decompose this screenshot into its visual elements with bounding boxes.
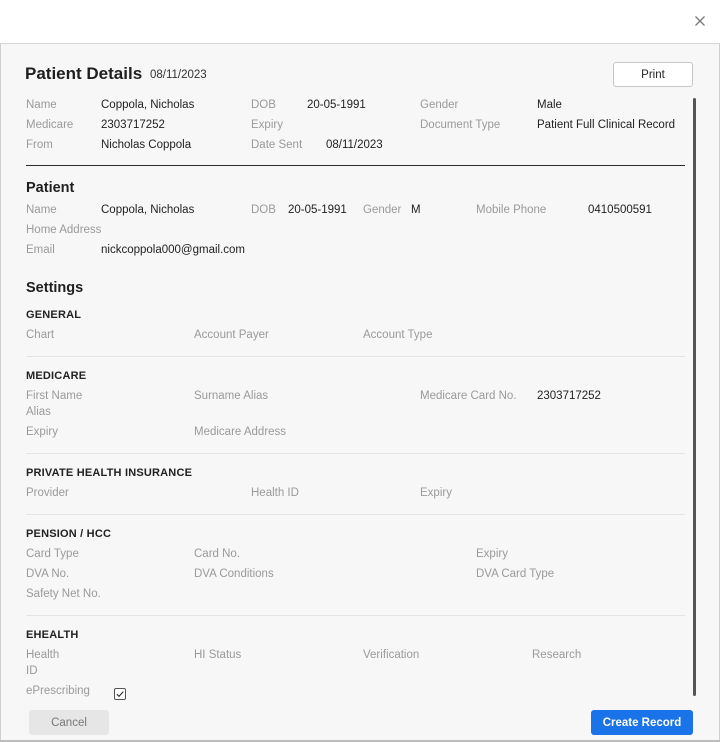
doc-gender-value: Male xyxy=(537,99,562,111)
page-title: Patient Details xyxy=(25,64,143,83)
health-id-label-line2: ID xyxy=(26,665,38,677)
surname-alias-label: Surname Alias xyxy=(194,390,269,402)
header-divider xyxy=(26,165,685,166)
phi-expiry-label: Expiry xyxy=(420,487,452,499)
doc-gender-label: Gender xyxy=(420,99,459,111)
doc-dob-value: 20-05-1991 xyxy=(307,99,366,111)
doc-from-value: Nicholas Coppola xyxy=(101,139,192,151)
medicare-expiry-label: Expiry xyxy=(26,426,58,438)
doc-medicare-value: 2303717252 xyxy=(101,119,165,131)
divider xyxy=(26,356,685,357)
private-health-subtitle: PRIVATE HEALTH INSURANCE xyxy=(26,467,193,479)
patient-name-label: Name xyxy=(26,204,57,216)
cancel-button[interactable]: Cancel xyxy=(29,710,109,735)
divider xyxy=(26,514,685,515)
doc-dob-label: DOB xyxy=(251,99,276,111)
patient-address-label: Home Address xyxy=(26,224,102,236)
doc-datesent-label: Date Sent xyxy=(251,139,303,151)
account-payer-label: Account Payer xyxy=(194,329,269,341)
doc-type-label: Document Type xyxy=(420,119,501,131)
patient-name-value: Coppola, Nicholas xyxy=(101,204,195,216)
doc-datesent-value: 08/11/2023 xyxy=(326,139,383,151)
firstname-alias-label-line2: Alias xyxy=(26,406,51,418)
eprescribing-label: ePrescribing xyxy=(26,685,90,697)
health-id-label-line1: Health xyxy=(26,649,60,661)
dva-no-label: DVA No. xyxy=(26,568,70,580)
patient-gender-value: M xyxy=(411,204,421,216)
medicare-cardno-label: Medicare Card No. xyxy=(420,390,517,402)
patient-details-panel: Patient Details 08/11/2023 Print Name Co… xyxy=(0,44,720,742)
close-icon[interactable] xyxy=(693,14,707,28)
patient-email-label: Email xyxy=(26,244,55,256)
doc-expiry-label: Expiry xyxy=(251,119,283,131)
doc-name-label: Name xyxy=(26,99,57,111)
research-label: Research xyxy=(532,649,582,661)
patient-mobile-value: 0410500591 xyxy=(588,204,652,216)
pension-subtitle: PENSION / HCC xyxy=(26,528,112,540)
dva-card-type-label: DVA Card Type xyxy=(476,568,555,580)
card-type-label: Card Type xyxy=(26,548,79,560)
patient-section-title: Patient xyxy=(26,180,75,196)
health-id-label: Health ID xyxy=(251,487,299,499)
card-no-label: Card No. xyxy=(194,548,241,560)
doc-medicare-label: Medicare xyxy=(26,119,74,131)
header-date: 08/11/2023 xyxy=(150,69,207,81)
chart-label: Chart xyxy=(26,329,55,341)
pension-expiry-label: Expiry xyxy=(476,548,508,560)
doc-type-value: Patient Full Clinical Record xyxy=(537,119,676,131)
modal-top-bar xyxy=(0,0,720,44)
doc-name-value: Coppola, Nicholas xyxy=(101,99,195,111)
provider-label: Provider xyxy=(26,487,69,499)
eprescribing-checkbox[interactable] xyxy=(114,688,126,700)
hi-status-label: HI Status xyxy=(194,649,242,661)
divider xyxy=(26,453,685,454)
patient-email-value: nickcoppola000@gmail.com xyxy=(101,244,245,256)
settings-section-title: Settings xyxy=(26,280,84,296)
dva-conditions-label: DVA Conditions xyxy=(194,568,274,580)
verification-label: Verification xyxy=(363,649,420,661)
ehealth-subtitle: EHEALTH xyxy=(26,629,79,641)
divider xyxy=(26,615,685,616)
scrollbar[interactable] xyxy=(693,98,696,696)
safety-net-label: Safety Net No. xyxy=(26,588,101,600)
doc-from-label: From xyxy=(26,139,53,151)
firstname-alias-label-line1: First Name xyxy=(26,390,83,402)
account-type-label: Account Type xyxy=(363,329,433,341)
medicare-cardno-value: 2303717252 xyxy=(537,390,601,402)
medicare-address-label: Medicare Address xyxy=(194,426,287,438)
general-subtitle: GENERAL xyxy=(26,309,82,321)
create-record-button[interactable]: Create Record xyxy=(591,710,693,735)
print-button[interactable]: Print xyxy=(613,62,693,87)
patient-dob-value: 20-05-1991 xyxy=(288,204,347,216)
patient-mobile-label: Mobile Phone xyxy=(476,204,547,216)
patient-dob-label: DOB xyxy=(251,204,276,216)
patient-gender-label: Gender xyxy=(363,204,402,216)
medicare-subtitle: MEDICARE xyxy=(26,370,87,382)
